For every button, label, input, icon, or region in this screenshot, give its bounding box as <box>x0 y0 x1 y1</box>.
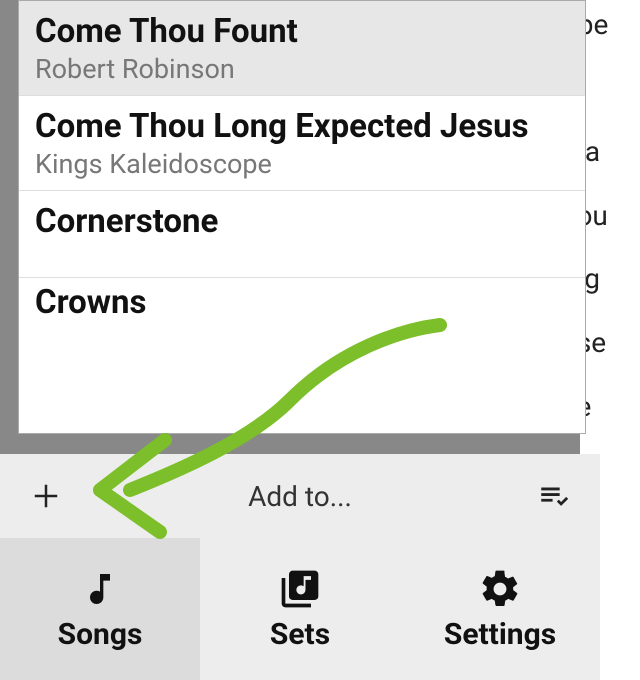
song-artist: Kings Kaleidoscope <box>35 148 569 180</box>
music-note-icon <box>78 567 122 611</box>
tab-songs[interactable]: Songs <box>0 538 200 680</box>
song-title: Come Thou Long Expected Jesus <box>35 108 569 146</box>
bottom-nav: Songs Sets Settings <box>0 538 600 680</box>
tab-settings[interactable]: Settings <box>400 538 600 680</box>
add-to-label[interactable]: Add to... <box>64 480 536 513</box>
add-button[interactable] <box>28 478 64 514</box>
plus-icon <box>31 481 61 511</box>
list-item[interactable]: Come Thou Long Expected Jesus Kings Kale… <box>19 95 585 190</box>
list-item[interactable]: Cornerstone <box>19 190 585 277</box>
gear-icon <box>478 567 522 611</box>
song-title: Crowns <box>35 284 569 322</box>
song-title: Come Thou Fount <box>35 13 569 51</box>
list-item[interactable]: Crowns <box>19 277 585 332</box>
nav-label: Songs <box>58 617 143 652</box>
list-item[interactable]: Come Thou Fount Robert Robinson <box>19 1 585 95</box>
nav-label: Settings <box>444 617 556 652</box>
song-list-panel: Come Thou Fount Robert Robinson Come Tho… <box>18 0 586 434</box>
library-music-icon <box>278 567 322 611</box>
nav-label: Sets <box>270 617 330 652</box>
playlist-check-button[interactable] <box>536 478 572 514</box>
tab-sets[interactable]: Sets <box>200 538 400 680</box>
song-title: Cornerstone <box>35 203 569 241</box>
playlist-check-icon <box>537 479 571 513</box>
add-to-toolbar: Add to... <box>0 454 600 538</box>
song-artist: Robert Robinson <box>35 53 569 85</box>
